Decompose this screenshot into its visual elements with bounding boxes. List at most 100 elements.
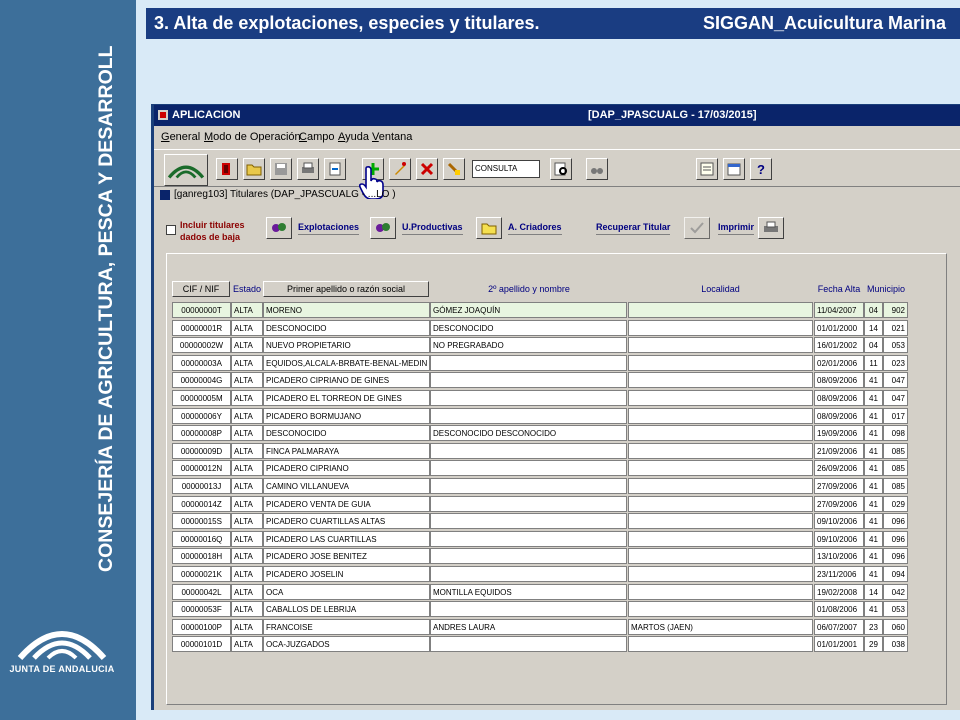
cell-fecha[interactable]: 02/01/2006 bbox=[814, 354, 864, 371]
cell-apellido2[interactable] bbox=[430, 601, 627, 618]
cell-cif[interactable]: 00000012N bbox=[172, 460, 231, 477]
cell-estado[interactable]: ALTA bbox=[231, 407, 263, 424]
cell-apellido2[interactable] bbox=[430, 478, 627, 494]
cell-provincia[interactable]: 41 bbox=[864, 495, 883, 512]
table-row[interactable]: 00000016Q ALTA PICADERO LAS CUARTILLAS 09/1… bbox=[167, 530, 948, 548]
cell-provincia[interactable]: 41 bbox=[864, 442, 883, 459]
cell-provincia[interactable]: 41 bbox=[864, 372, 883, 389]
cell-cif[interactable]: 00000005M bbox=[172, 390, 231, 406]
cell-provincia[interactable]: 41 bbox=[864, 530, 883, 547]
cell-provincia[interactable]: 11 bbox=[864, 354, 883, 371]
cell-apellido2[interactable] bbox=[430, 372, 627, 389]
cell-fecha[interactable]: 08/09/2006 bbox=[814, 372, 864, 389]
cell-localidad[interactable]: MARTOS (JAEN) bbox=[628, 618, 813, 635]
delete-button[interactable] bbox=[416, 158, 438, 180]
cell-cif[interactable]: 00000002W bbox=[172, 337, 231, 354]
uproductivas-button[interactable] bbox=[370, 217, 396, 239]
cell-apellido1[interactable]: PICADERO JOSE BENITEZ bbox=[263, 548, 430, 565]
cell-apellido1[interactable]: PICADERO BORMUJANO bbox=[263, 407, 430, 424]
cell-cif[interactable]: 00000016Q bbox=[172, 530, 231, 547]
cell-cif[interactable]: 00000014Z bbox=[172, 495, 231, 512]
cell-cif[interactable]: 00000101D bbox=[172, 636, 231, 653]
menu-modo-operacion[interactable]: Modo de Operación bbox=[204, 131, 301, 143]
cell-apellido2[interactable] bbox=[430, 495, 627, 512]
table-row[interactable]: 00000053F ALTA CABALLOS DE LEBRIJA 01/08/20… bbox=[167, 601, 948, 618]
cell-municipio[interactable]: 060 bbox=[883, 618, 908, 635]
cell-cif[interactable]: 00000053F bbox=[172, 601, 231, 618]
cell-municipio[interactable]: 085 bbox=[883, 478, 908, 494]
table-row[interactable]: 00000018H ALTA PICADERO JOSE BENITEZ 13/10/… bbox=[167, 548, 948, 565]
cell-apellido2[interactable] bbox=[430, 354, 627, 371]
cell-provincia[interactable]: 41 bbox=[864, 513, 883, 530]
table-row[interactable]: 00000101D ALTA OCA-JUZGADOS 01/01/2001 29 038 bbox=[167, 636, 948, 653]
col-header-cif[interactable]: CIF / NIF bbox=[172, 281, 230, 297]
cell-apellido1[interactable]: PICADERO VENTA DE GUIA bbox=[263, 495, 430, 512]
cell-fecha[interactable]: 09/10/2006 bbox=[814, 513, 864, 530]
cell-municipio[interactable]: 096 bbox=[883, 513, 908, 530]
recuperar-button[interactable] bbox=[684, 217, 710, 239]
edit-button[interactable] bbox=[389, 158, 411, 180]
query-button[interactable] bbox=[550, 158, 572, 180]
cell-fecha[interactable]: 13/10/2006 bbox=[814, 548, 864, 565]
cell-apellido2[interactable]: NO PREGRABADO bbox=[430, 337, 627, 354]
cell-apellido1[interactable]: CAMINO VILLANUEVA bbox=[263, 478, 430, 494]
table-row[interactable]: 00000008P ALTA DESCONOCIDO DESCONOCIDO DESC… bbox=[167, 425, 948, 442]
menu-general[interactable]: General bbox=[161, 131, 200, 143]
cell-estado[interactable]: ALTA bbox=[231, 495, 263, 512]
cell-provincia[interactable]: 41 bbox=[864, 407, 883, 424]
cell-apellido1[interactable]: DESCONOCIDO bbox=[263, 319, 430, 336]
cell-localidad[interactable] bbox=[628, 601, 813, 618]
include-baja-checkbox[interactable] bbox=[166, 225, 176, 235]
table-row[interactable]: 00000021K ALTA PICADERO JOSELIN 23/11/2006 4… bbox=[167, 566, 948, 583]
cell-apellido2[interactable] bbox=[430, 442, 627, 459]
cell-apellido1[interactable]: NUEVO PROPIETARIO bbox=[263, 337, 430, 354]
cell-apellido1[interactable]: DESCONOCIDO bbox=[263, 425, 430, 442]
save-button[interactable] bbox=[270, 158, 292, 180]
cell-fecha[interactable]: 06/07/2007 bbox=[814, 618, 864, 635]
cell-cif[interactable]: 00000015S bbox=[172, 513, 231, 530]
cell-fecha[interactable]: 26/09/2006 bbox=[814, 460, 864, 477]
cell-municipio[interactable]: 029 bbox=[883, 495, 908, 512]
cell-localidad[interactable] bbox=[628, 337, 813, 354]
cell-municipio[interactable]: 038 bbox=[883, 636, 908, 653]
cell-cif[interactable]: 00000100P bbox=[172, 618, 231, 635]
table-row[interactable]: 00000003A ALTA EQUIDOS,ALCALA-BRBATE-BENAL… bbox=[167, 354, 948, 372]
cell-provincia[interactable]: 29 bbox=[864, 636, 883, 653]
cell-cif[interactable]: 00000042L bbox=[172, 583, 231, 600]
cell-municipio[interactable]: 023 bbox=[883, 354, 908, 371]
table-row[interactable]: 00000006Y ALTA PICADERO BORMUJANO 08/09/200… bbox=[167, 407, 948, 425]
table-row[interactable]: 00000100P ALTA FRANCOISE ANDRES LAURA MARTOS… bbox=[167, 618, 948, 636]
cell-municipio[interactable]: 017 bbox=[883, 407, 908, 424]
find-button[interactable] bbox=[586, 158, 608, 180]
cell-provincia[interactable]: 23 bbox=[864, 618, 883, 635]
cell-municipio[interactable]: 098 bbox=[883, 425, 908, 442]
cell-provincia[interactable]: 04 bbox=[864, 337, 883, 354]
menu-ventana[interactable]: Ventana bbox=[372, 131, 412, 143]
menu-ayuda[interactable]: Ayuda bbox=[338, 131, 369, 143]
cell-cif[interactable]: 00000001R bbox=[172, 319, 231, 336]
cell-localidad[interactable] bbox=[628, 442, 813, 459]
cell-cif[interactable]: 00000008P bbox=[172, 425, 231, 442]
cell-provincia[interactable]: 41 bbox=[864, 390, 883, 406]
exit-button[interactable] bbox=[216, 158, 238, 180]
cell-apellido2[interactable] bbox=[430, 513, 627, 530]
cell-cif[interactable]: 00000009D bbox=[172, 442, 231, 459]
cell-localidad[interactable] bbox=[628, 636, 813, 653]
cell-municipio[interactable]: 094 bbox=[883, 566, 908, 582]
cell-estado[interactable]: ALTA bbox=[231, 425, 263, 442]
cell-apellido1[interactable]: PICADERO CUARTILLAS ALTAS bbox=[263, 513, 430, 530]
cell-provincia[interactable]: 14 bbox=[864, 319, 883, 336]
cell-apellido2[interactable] bbox=[430, 530, 627, 547]
table-row[interactable]: 00000015S ALTA PICADERO CUARTILLAS ALTAS 09… bbox=[167, 513, 948, 530]
cell-apellido1[interactable]: FINCA PALMARAYA bbox=[263, 442, 430, 459]
cell-apellido2[interactable]: GÓMEZ JOAQUÍN bbox=[430, 302, 627, 318]
cell-localidad[interactable] bbox=[628, 583, 813, 600]
cell-localidad[interactable] bbox=[628, 319, 813, 336]
refresh-button[interactable] bbox=[324, 158, 346, 180]
cell-apellido1[interactable]: PICADERO LAS CUARTILLAS bbox=[263, 530, 430, 547]
cell-estado[interactable]: ALTA bbox=[231, 618, 263, 635]
cell-apellido1[interactable]: EQUIDOS,ALCALA-BRBATE-BENAL-MEDIN bbox=[263, 354, 430, 371]
cell-fecha[interactable]: 11/04/2007 bbox=[814, 302, 864, 318]
mode-field[interactable]: CONSULTA bbox=[472, 160, 540, 178]
cell-estado[interactable]: ALTA bbox=[231, 530, 263, 547]
